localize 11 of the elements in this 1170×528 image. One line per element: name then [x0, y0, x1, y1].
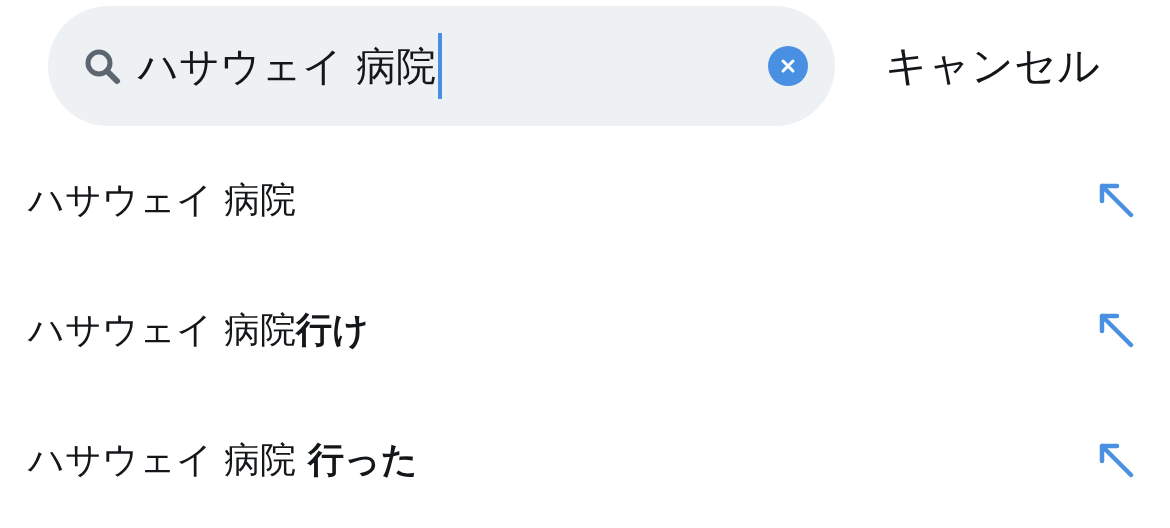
arrow-icon[interactable] — [1098, 312, 1134, 348]
clear-button[interactable] — [768, 46, 808, 86]
arrow-icon[interactable] — [1098, 442, 1134, 478]
cancel-button[interactable]: キャンセル — [885, 38, 1100, 94]
suggestion-text[interactable]: ハサウェイ 病院行け — [28, 305, 1098, 355]
suggestion-text[interactable]: ハサウェイ 病院 行った — [28, 435, 1098, 485]
text-cursor — [437, 33, 442, 99]
suggestion-text[interactable]: ハサウェイ 病院 — [28, 175, 1098, 225]
search-field[interactable]: ハサウェイ 病院 — [138, 46, 436, 86]
arrow-icon[interactable] — [1098, 182, 1134, 218]
close-icon — [780, 58, 796, 74]
